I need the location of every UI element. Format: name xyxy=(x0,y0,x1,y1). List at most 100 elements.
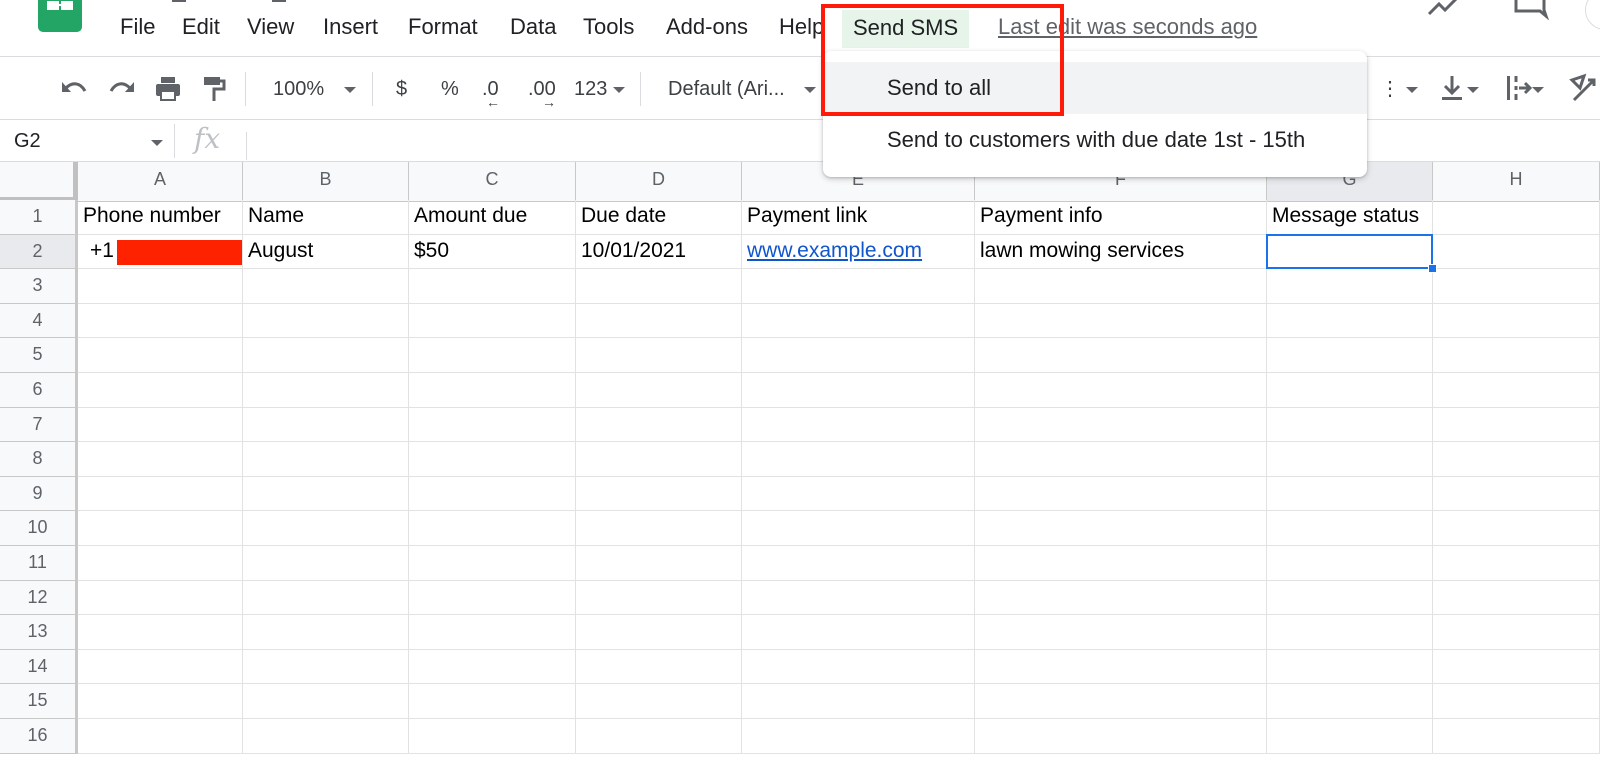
cell-f1[interactable]: Payment info xyxy=(975,200,1267,235)
cell-a14[interactable] xyxy=(78,649,243,685)
cell-h11[interactable] xyxy=(1433,546,1600,581)
cell-g4[interactable] xyxy=(1267,303,1433,339)
paint-format-icon[interactable] xyxy=(202,75,226,103)
cell-a5[interactable] xyxy=(78,338,243,373)
cell-g12[interactable] xyxy=(1267,580,1433,616)
row-header-15[interactable]: 15 xyxy=(0,684,78,719)
row-header-16[interactable]: 16 xyxy=(0,719,78,754)
cell-e14[interactable] xyxy=(742,649,975,685)
cell-b9[interactable] xyxy=(243,476,409,512)
cell-f8[interactable] xyxy=(975,442,1267,477)
cell-b5[interactable] xyxy=(243,338,409,373)
redo-icon[interactable] xyxy=(108,78,136,100)
cell-g16[interactable] xyxy=(1267,719,1433,754)
print-icon[interactable] xyxy=(154,75,182,103)
cell-c10[interactable] xyxy=(409,511,576,546)
row-header-13[interactable]: 13 xyxy=(0,615,78,650)
font-dropdown-icon[interactable] xyxy=(804,73,816,105)
cell-h7[interactable] xyxy=(1433,407,1600,443)
cell-a12[interactable] xyxy=(78,580,243,616)
row-header-4[interactable]: 4 xyxy=(0,303,78,339)
cell-h6[interactable] xyxy=(1433,373,1600,408)
row-header-9[interactable]: 9 xyxy=(0,476,78,512)
cell-h8[interactable] xyxy=(1433,442,1600,477)
row-header-2[interactable]: 2 xyxy=(0,234,78,270)
cell-a13[interactable] xyxy=(78,615,243,650)
font-family-select[interactable]: Default (Ari... xyxy=(668,73,785,105)
cell-a1[interactable]: Phone number xyxy=(78,200,243,235)
menu-view[interactable]: View xyxy=(247,12,294,42)
undo-icon[interactable] xyxy=(60,78,88,100)
column-header-h[interactable]: H xyxy=(1433,162,1600,202)
cell-h13[interactable] xyxy=(1433,615,1600,650)
row-header-6[interactable]: 6 xyxy=(0,373,78,408)
cell-g9[interactable] xyxy=(1267,476,1433,512)
cell-f5[interactable] xyxy=(975,338,1267,373)
cell-a8[interactable] xyxy=(78,442,243,477)
cell-e4[interactable] xyxy=(742,303,975,339)
cell-c9[interactable] xyxy=(409,476,576,512)
cell-b14[interactable] xyxy=(243,649,409,685)
cell-a15[interactable] xyxy=(78,684,243,719)
fill-handle[interactable] xyxy=(1428,264,1437,274)
horizontal-align-icon[interactable]: ⋮ xyxy=(1380,73,1418,105)
name-box-dropdown-icon[interactable] xyxy=(151,140,163,146)
cell-d2[interactable]: 10/01/2021 xyxy=(576,234,742,270)
cell-e2[interactable]: www.example.com xyxy=(742,234,975,270)
cell-f15[interactable] xyxy=(975,684,1267,719)
name-box[interactable]: G2 xyxy=(14,126,41,156)
menu-item-send-to-due-1st-15th[interactable]: Send to customers with due date 1st - 15… xyxy=(823,114,1367,166)
row-header-3[interactable]: 3 xyxy=(0,269,78,304)
cell-f10[interactable] xyxy=(975,511,1267,546)
cell-b15[interactable] xyxy=(243,684,409,719)
cell-f2[interactable]: lawn mowing services xyxy=(975,234,1267,270)
cell-g5[interactable] xyxy=(1267,338,1433,373)
cell-h12[interactable] xyxy=(1433,580,1600,616)
cell-d8[interactable] xyxy=(576,442,742,477)
cell-c7[interactable] xyxy=(409,407,576,443)
cell-h14[interactable] xyxy=(1433,649,1600,685)
cell-f12[interactable] xyxy=(975,580,1267,616)
menu-tools[interactable]: Tools xyxy=(583,12,634,42)
row-header-10[interactable]: 10 xyxy=(0,511,78,546)
row-header-11[interactable]: 11 xyxy=(0,546,78,581)
activity-trend-icon[interactable] xyxy=(1425,0,1465,18)
cell-a4[interactable] xyxy=(78,303,243,339)
row-header-12[interactable]: 12 xyxy=(0,580,78,616)
cell-b16[interactable] xyxy=(243,719,409,754)
menu-edit[interactable]: Edit xyxy=(182,12,220,42)
format-percent-button[interactable]: % xyxy=(441,73,459,105)
menu-format[interactable]: Format xyxy=(408,12,478,42)
cell-c2[interactable]: $50 xyxy=(409,234,576,270)
cell-g1[interactable]: Message status xyxy=(1267,200,1433,235)
row-header-7[interactable]: 7 xyxy=(0,407,78,443)
cell-h16[interactable] xyxy=(1433,719,1600,754)
text-rotation-icon[interactable] xyxy=(1568,72,1600,104)
cell-b10[interactable] xyxy=(243,511,409,546)
menu-data[interactable]: Data xyxy=(510,12,556,42)
cell-c16[interactable] xyxy=(409,719,576,754)
cell-c11[interactable] xyxy=(409,546,576,581)
menu-file[interactable]: File xyxy=(120,12,155,42)
cell-c12[interactable] xyxy=(409,580,576,616)
row-header-14[interactable]: 14 xyxy=(0,649,78,685)
cell-f9[interactable] xyxy=(975,476,1267,512)
cell-c15[interactable] xyxy=(409,684,576,719)
cell-c14[interactable] xyxy=(409,649,576,685)
cell-e9[interactable] xyxy=(742,476,975,512)
cell-e1[interactable]: Payment link xyxy=(742,200,975,235)
cell-b8[interactable] xyxy=(243,442,409,477)
cell-g11[interactable] xyxy=(1267,546,1433,581)
cell-e3[interactable] xyxy=(742,269,975,304)
text-wrap-dropdown[interactable] xyxy=(1532,73,1544,105)
format-currency-button[interactable]: $ xyxy=(396,73,407,105)
cell-g7[interactable] xyxy=(1267,407,1433,443)
cell-g14[interactable] xyxy=(1267,649,1433,685)
column-header-c[interactable]: C xyxy=(409,162,576,202)
cell-h10[interactable] xyxy=(1433,511,1600,546)
cell-e13[interactable] xyxy=(742,615,975,650)
cell-b1[interactable]: Name xyxy=(243,200,409,235)
cell-h1[interactable] xyxy=(1433,200,1600,235)
cell-c8[interactable] xyxy=(409,442,576,477)
cell-d14[interactable] xyxy=(576,649,742,685)
